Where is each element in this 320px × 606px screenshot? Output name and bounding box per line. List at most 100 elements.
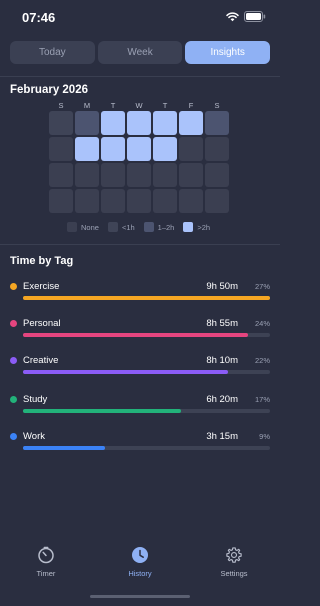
tag-progress-track (23, 296, 270, 300)
tag-name: Work (23, 431, 45, 442)
tag-row-study: Study 6h 20m 17% (10, 394, 270, 418)
calendar-day-cell[interactable] (153, 111, 177, 135)
legend-swatch (183, 222, 194, 232)
segment-today[interactable]: Today (10, 41, 95, 64)
legend-swatch (107, 222, 118, 232)
weekday-label: S (214, 101, 220, 110)
calendar-day-cell[interactable] (75, 189, 99, 213)
home-indicator (90, 595, 190, 598)
calendar-day-cell[interactable] (153, 137, 177, 161)
legend-item-none: None (67, 222, 99, 232)
calendar-day-cell[interactable] (179, 163, 203, 187)
calendar-heatmap (49, 111, 229, 215)
legend-item-over-2h: >2h (183, 222, 210, 232)
legend-swatch (67, 222, 77, 232)
weekday-label: T (110, 101, 116, 110)
segment-week[interactable]: Week (97, 41, 183, 64)
tag-color-dot (10, 433, 17, 440)
calendar-day-cell[interactable] (153, 189, 177, 213)
battery-icon (244, 11, 266, 22)
calendar-day-cell[interactable] (153, 163, 177, 187)
section-divider (0, 244, 280, 245)
legend-label: <1h (121, 222, 135, 232)
legend-item-1-2h: 1–2h (143, 222, 175, 232)
tag-time: 6h 20m (206, 394, 238, 405)
tag-row-creative: Creative 8h 10m 22% (10, 355, 270, 379)
tag-time: 8h 10m (206, 355, 238, 366)
calendar-day-cell[interactable] (75, 111, 99, 135)
timer-icon (38, 546, 54, 564)
calendar-day-cell[interactable] (205, 163, 229, 187)
calendar-day-cell[interactable] (49, 163, 73, 187)
calendar-day-cell[interactable] (101, 189, 125, 213)
weekday-label: S (58, 101, 64, 110)
legend-swatch (143, 222, 154, 232)
tag-percent: 27% (254, 282, 270, 291)
legend-label: >2h (197, 222, 211, 232)
weekday-label: W (135, 101, 143, 110)
calendar-day-cell[interactable] (179, 189, 203, 213)
tag-progress-track (23, 333, 270, 337)
tag-name: Creative (23, 355, 59, 366)
calendar-day-cell[interactable] (179, 111, 203, 135)
tag-percent: 17% (254, 395, 270, 404)
tab-timer[interactable]: Timer (16, 546, 76, 578)
legend-label: 1–2h (157, 222, 175, 232)
calendar-day-cell[interactable] (49, 137, 73, 161)
tab-label: Settings (220, 569, 248, 578)
tag-color-dot (10, 283, 17, 290)
clock-icon (132, 547, 148, 563)
legend-label: None (81, 222, 99, 232)
tag-name: Study (23, 394, 48, 405)
calendar-day-cell[interactable] (101, 163, 125, 187)
calendar-day-cell[interactable] (75, 163, 99, 187)
tag-progress-fill (23, 333, 248, 337)
divider (0, 76, 280, 77)
tag-progress-fill (23, 370, 228, 374)
calendar-day-cell[interactable] (179, 137, 203, 161)
tab-settings[interactable]: Settings (204, 546, 264, 578)
tab-label: Timer (36, 569, 56, 578)
calendar-day-cell[interactable] (75, 137, 99, 161)
tag-name: Exercise (23, 281, 60, 292)
calendar-day-cell[interactable] (127, 189, 151, 213)
tab-history[interactable]: History (110, 546, 170, 578)
tag-progress-fill (23, 409, 182, 413)
calendar-day-cell[interactable] (49, 111, 73, 135)
tab-label: History (128, 569, 152, 578)
calendar-day-cell[interactable] (127, 137, 151, 161)
status-bar: 07:46 (0, 0, 280, 34)
view-segmented-control: Today Week Insights (10, 41, 271, 64)
month-title: February 2026 (10, 84, 88, 96)
calendar-day-cell[interactable] (205, 189, 229, 213)
tag-name: Personal (23, 318, 61, 329)
tag-progress-track (23, 409, 270, 413)
status-icons (226, 11, 266, 22)
segment-insights[interactable]: Insights (185, 41, 271, 64)
calendar-day-cell[interactable] (101, 137, 125, 161)
tag-progress-track (23, 446, 270, 450)
tag-color-dot (10, 320, 17, 327)
calendar-day-cell[interactable] (49, 189, 73, 213)
weekday-label: F (188, 101, 194, 110)
tag-percent: 9% (259, 432, 270, 441)
weekday-label: T (162, 101, 168, 110)
tag-progress-fill (23, 446, 105, 450)
gear-icon (226, 547, 242, 563)
tag-progress-track (23, 370, 270, 374)
screen: 07:46 Today Week Insights February 2026 … (0, 0, 280, 606)
tag-time: 8h 55m (206, 318, 238, 329)
tag-row-exercise: Exercise 9h 50m 27% (10, 281, 270, 305)
calendar-day-cell[interactable] (101, 111, 125, 135)
calendar-day-cell[interactable] (127, 163, 151, 187)
tag-percent: 22% (254, 356, 270, 365)
weekday-header: SMTWTFS (49, 101, 229, 111)
calendar-day-cell[interactable] (205, 111, 229, 135)
calendar-day-cell[interactable] (205, 137, 229, 161)
tag-percent: 24% (254, 319, 270, 328)
time-by-tag-title: Time by Tag (10, 255, 74, 267)
tag-time: 9h 50m (206, 281, 238, 292)
legend-item-under-1h: <1h (107, 222, 135, 232)
calendar-day-cell[interactable] (127, 111, 151, 135)
status-time: 07:46 (22, 10, 56, 25)
